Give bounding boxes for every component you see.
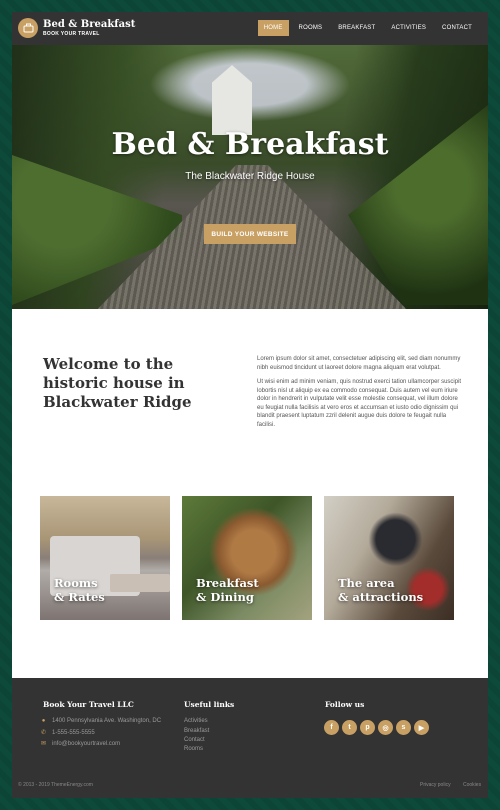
- welcome-text: Lorem ipsum dolor sit amet, consectetuer…: [257, 355, 463, 435]
- suitcase-icon[interactable]: [18, 18, 38, 38]
- hero-subtitle: The Blackwater Ridge House: [185, 171, 315, 182]
- tile-label: Rooms & Rates: [54, 576, 105, 604]
- tile-label: Breakfast & Dining: [196, 576, 259, 604]
- company-title: Book Your Travel LLC: [43, 700, 134, 709]
- welcome-paragraph: Ut wisi enim ad minim veniam, quis nostr…: [257, 379, 462, 428]
- phone-icon: ✆: [40, 730, 47, 736]
- tile-area[interactable]: The area & attractions: [324, 496, 454, 620]
- copyright: © 2013 - 2019 ThemeEnergy.com: [18, 782, 93, 788]
- footer-link-breakfast[interactable]: Breakfast: [184, 728, 209, 734]
- youtube-icon[interactable]: ▶: [414, 720, 429, 735]
- footer-link-activities[interactable]: Activities: [184, 718, 208, 724]
- main-nav: HOME ROOMS BREAKFAST ACTIVITIES CONTACT: [257, 20, 478, 36]
- site-footer: Book Your Travel LLC ● 1400 Pennsylvania…: [12, 678, 488, 798]
- welcome-heading: Welcome to the historic house in Blackwa…: [43, 355, 192, 411]
- facebook-icon[interactable]: f: [324, 720, 339, 735]
- tile-breakfast[interactable]: Breakfast & Dining: [182, 496, 312, 620]
- tile-label-line: The area: [338, 576, 395, 590]
- logo-title[interactable]: Bed & Breakfast: [43, 19, 135, 30]
- site-header: Bed & Breakfast BOOK YOUR TRAVEL HOME RO…: [12, 12, 488, 45]
- phone-text[interactable]: 1-555-555-5555: [52, 730, 95, 736]
- build-website-button[interactable]: BUILD YOUR WEBSITE: [204, 224, 296, 244]
- follow-us-title: Follow us: [325, 700, 365, 709]
- tile-label-line: & Dining: [196, 590, 254, 604]
- tile-label-line: Rooms: [54, 576, 98, 590]
- twitter-icon[interactable]: t: [342, 720, 357, 735]
- nav-home[interactable]: HOME: [257, 20, 289, 36]
- tile-label-line: & attractions: [338, 590, 424, 604]
- email-text[interactable]: info@bookyourtravel.com: [52, 741, 120, 747]
- nav-activities[interactable]: ACTIVITIES: [385, 20, 432, 36]
- email-line: ✉ info@bookyourtravel.com: [40, 740, 120, 748]
- skype-icon[interactable]: s: [396, 720, 411, 735]
- nav-breakfast[interactable]: BREAKFAST: [332, 20, 381, 36]
- logo-subtitle: BOOK YOUR TRAVEL: [43, 31, 100, 37]
- footer-link-rooms[interactable]: Rooms: [184, 746, 203, 752]
- useful-links-title: Useful links: [184, 700, 235, 709]
- location-icon: ●: [41, 718, 46, 724]
- tile-label-line: Breakfast: [196, 576, 259, 590]
- tile-label-line: & Rates: [54, 590, 105, 604]
- nav-contact[interactable]: CONTACT: [436, 20, 478, 36]
- nav-rooms[interactable]: ROOMS: [293, 20, 329, 36]
- tile-rooms[interactable]: Rooms & Rates: [40, 496, 170, 620]
- social-links: f t p ◎ s ▶: [324, 720, 429, 735]
- address-text: 1400 Pennsylvania Ave. Washington, DC: [52, 718, 162, 724]
- email-icon: ✉: [40, 741, 47, 747]
- hero-banner: Bed & Breakfast The Blackwater Ridge Hou…: [12, 45, 488, 309]
- page-frame: Bed & Breakfast BOOK YOUR TRAVEL HOME RO…: [12, 12, 488, 798]
- instagram-icon[interactable]: ◎: [378, 720, 393, 735]
- pinterest-icon[interactable]: p: [360, 720, 375, 735]
- bench-image: [110, 574, 170, 592]
- footer-link-contact[interactable]: Contact: [184, 737, 205, 743]
- tile-label: The area & attractions: [338, 576, 423, 604]
- phone-line: ✆ 1-555-555-5555: [40, 729, 95, 737]
- cookies-link[interactable]: Cookies: [463, 782, 481, 788]
- house-image: [212, 65, 252, 135]
- welcome-paragraph: Lorem ipsum dolor sit amet, consectetuer…: [257, 356, 461, 371]
- address-line: ● 1400 Pennsylvania Ave. Washington, DC: [40, 718, 161, 724]
- hero-title: Bed & Breakfast: [111, 127, 389, 162]
- privacy-link[interactable]: Privacy policy: [420, 782, 451, 788]
